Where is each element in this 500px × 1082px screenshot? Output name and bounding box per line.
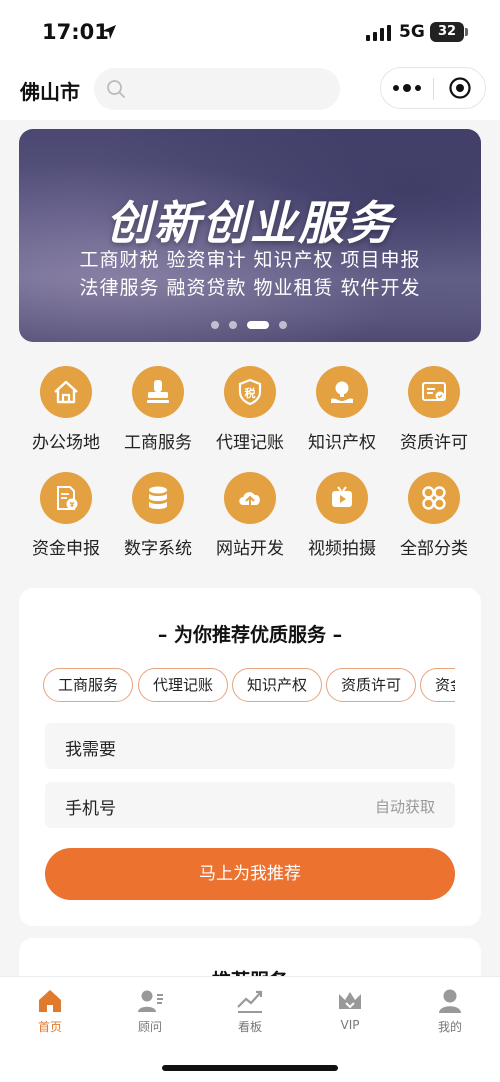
status-time: 17:01	[42, 20, 109, 44]
need-field[interactable]: 我需要	[45, 723, 455, 769]
signal-icon	[366, 25, 391, 41]
chip-bookkeeping[interactable]: 代理记账	[138, 668, 229, 702]
category-all[interactable]: 全部分类	[388, 472, 480, 564]
category-funding[interactable]: ¥ 资金申报	[20, 472, 112, 564]
chip-funding[interactable]: 资金申报	[420, 668, 455, 702]
carousel-dot-active[interactable]	[247, 321, 269, 329]
category-label: 工商服务	[124, 433, 192, 453]
home-icon	[39, 990, 61, 1012]
database-icon	[149, 486, 167, 509]
carousel-dots	[209, 321, 299, 329]
tab-label: 首页	[37, 1020, 62, 1034]
category-business-service[interactable]: 工商服务	[112, 366, 204, 458]
tab-mine[interactable]: 我的	[400, 985, 500, 1041]
tax-shield-icon: 税	[238, 378, 262, 406]
more-icon[interactable]	[381, 68, 433, 108]
banner-subtitle-1: 工商财税 验资审计 知识产权 项目申报	[79, 249, 421, 271]
recommend-submit-button[interactable]: 马上为我推荐	[45, 848, 455, 900]
tab-label: 顾问	[137, 1020, 162, 1034]
video-icon	[332, 486, 352, 507]
category-bookkeeping[interactable]: 税 代理记账	[204, 366, 296, 458]
tab-vip[interactable]: VIP	[300, 985, 400, 1041]
category-office-space[interactable]: 办公场地	[20, 366, 112, 458]
category-label: 资金申报	[32, 539, 100, 559]
tab-consultant[interactable]: 顾问	[100, 985, 200, 1041]
city-selector[interactable]: 佛山市	[20, 76, 80, 105]
category-label: 办公场地	[32, 433, 100, 453]
all-grid-icon	[422, 486, 446, 510]
crown-icon	[339, 992, 361, 1009]
phone-field[interactable]: 手机号 自动获取	[45, 782, 455, 828]
category-label: 代理记账	[216, 433, 284, 453]
record-icon	[449, 77, 471, 99]
phone-label: 手机号	[65, 799, 116, 819]
consultant-icon	[138, 990, 163, 1012]
category-website-dev[interactable]: 网站开发	[204, 472, 296, 564]
carousel-dot[interactable]	[229, 321, 237, 329]
banner-title: 创新创业服务	[106, 196, 394, 250]
carousel-dot[interactable]	[279, 321, 287, 329]
user-icon	[439, 989, 461, 1013]
service-chips: 工商服务 代理记账 知识产权 资质许可 资金申报	[43, 668, 455, 704]
status-bar: 17:01 5G 32	[0, 0, 500, 62]
battery-indicator: 32	[430, 22, 468, 42]
search-icon	[107, 80, 125, 98]
need-input[interactable]	[155, 723, 355, 769]
tab-label: VIP	[340, 1018, 360, 1032]
recommend-card: – 为你推荐优质服务 – 工商服务 代理记账 知识产权 资质许可 资金申报 我需…	[19, 588, 481, 926]
chart-board-icon	[237, 990, 263, 1013]
category-label: 网站开发	[216, 539, 284, 559]
miniprogram-capsule	[380, 67, 486, 109]
home-indicator	[162, 1065, 338, 1071]
chip-qualification[interactable]: 资质许可	[326, 668, 417, 702]
stamp-icon	[147, 380, 169, 403]
category-label: 视频拍摄	[308, 539, 376, 559]
category-label: 知识产权	[308, 433, 376, 453]
certificate-icon	[422, 382, 446, 401]
tab-label: 看板	[237, 1020, 262, 1034]
svg-text:税: 税	[245, 386, 256, 400]
promo-banner[interactable]: 创新创业服务 工商财税 验资审计 知识产权 项目申报 法律服务 融资贷款 物业租…	[19, 129, 481, 342]
location-arrow-icon	[102, 25, 116, 39]
tab-label: 我的	[437, 1020, 462, 1034]
category-video[interactable]: 视频拍摄	[296, 472, 388, 564]
money-doc-icon: ¥	[57, 486, 78, 510]
house-icon	[54, 380, 78, 404]
category-label: 资质许可	[400, 433, 468, 453]
tab-home[interactable]: 首页	[0, 985, 100, 1041]
svg-text:¥: ¥	[70, 501, 75, 509]
recommend-title: – 为你推荐优质服务 –	[157, 624, 343, 646]
category-label: 数字系统	[124, 539, 192, 559]
auto-fetch-phone-button[interactable]: 自动获取	[375, 796, 435, 817]
network-type: 5G	[399, 22, 425, 42]
category-ip[interactable]: 知识产权	[296, 366, 388, 458]
cloud-upload-icon	[239, 492, 260, 508]
category-digital-system[interactable]: 数字系统	[112, 472, 204, 564]
search-bar[interactable]	[94, 68, 340, 110]
top-header: 佛山市	[0, 62, 500, 120]
close-miniprogram-button[interactable]	[434, 68, 486, 108]
chip-ip[interactable]: 知识产权	[232, 668, 323, 702]
chip-business[interactable]: 工商服务	[43, 668, 134, 702]
tab-board[interactable]: 看板	[200, 985, 300, 1041]
need-label: 我需要	[65, 740, 116, 760]
carousel-dot[interactable]	[211, 321, 219, 329]
banner-subtitle-2: 法律服务 融资贷款 物业租赁 软件开发	[79, 277, 421, 299]
idea-hand-icon	[331, 381, 353, 403]
category-qualification[interactable]: 资质许可	[388, 366, 480, 458]
category-label: 全部分类	[400, 539, 468, 559]
bottom-tab-bar: 首页 顾问 看板 VIP 我的	[0, 976, 500, 1082]
search-input[interactable]	[134, 68, 330, 110]
